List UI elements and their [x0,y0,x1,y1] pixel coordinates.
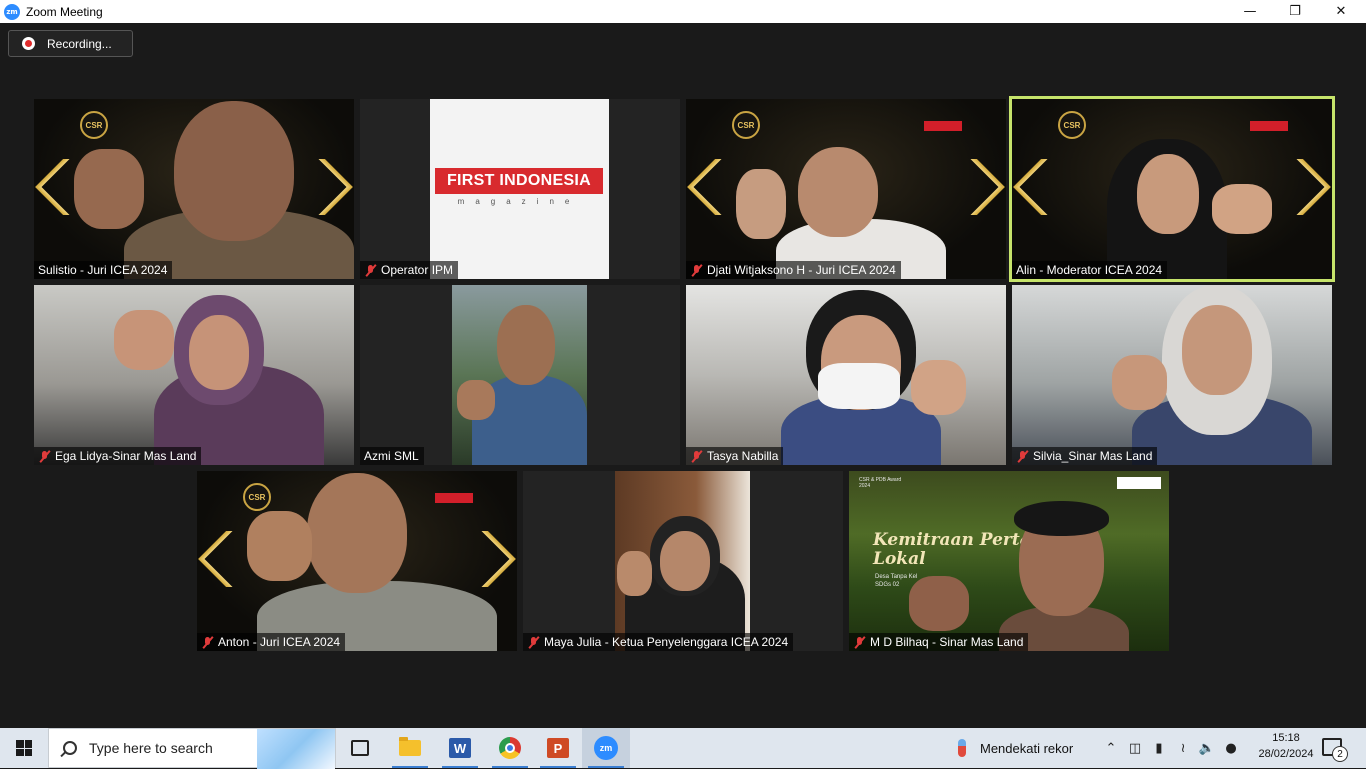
participant-name-label: Alin - Moderator ICEA 2024 [1012,261,1168,279]
file-explorer-button[interactable] [386,728,434,768]
video-tile[interactable]: Tasya Nabilla [686,285,1006,465]
background-title: Kemitraan Pertan Lokal [873,530,1044,569]
sponsor-logo [435,493,473,503]
zoom-icon: zm [594,736,618,760]
search-highlight-image [257,729,335,769]
close-icon: ✕ [1335,4,1347,19]
muted-mic-icon [38,450,51,463]
system-clock[interactable]: 15:18 28/02/2024 [1258,730,1314,762]
powerpoint-icon: P [547,738,569,758]
microphone-icon[interactable]: ● [1220,728,1242,768]
video-tile-active-speaker[interactable]: CSR Alin - Moderator ICEA 2024 [1009,96,1335,282]
clock-time: 15:18 [1272,732,1300,744]
participant-video [34,285,354,465]
weather-text: Mendekati rekor [980,740,1074,756]
show-hidden-icons-button[interactable]: ⌃ [1100,728,1122,768]
word-icon: W [449,738,471,758]
participant-video [452,285,587,465]
video-tile[interactable]: CSR Djati Witjaksono H - Juri ICEA 2024 [686,99,1006,279]
video-tile[interactable]: FIRST INDONESIA magazine Operator IPM [360,99,680,279]
title-bar: zm Zoom Meeting — ❐ ✕ [0,0,1366,23]
muted-mic-icon [853,636,866,649]
participant-name-label: Azmi SML [360,447,424,465]
zoom-app-icon: zm [4,3,20,20]
record-icon [22,37,35,50]
video-tile[interactable]: Azmi SML [360,285,680,465]
sponsor-logo [1250,121,1288,131]
video-tile[interactable]: Silvia_Sinar Mas Land [1012,285,1332,465]
restore-button[interactable]: ❐ [1272,0,1318,23]
volume-icon[interactable]: 🔈 [1196,728,1218,768]
first-indonesia-logo: FIRST INDONESIA magazine [430,99,609,279]
muted-mic-icon [690,450,703,463]
close-button[interactable]: ✕ [1318,0,1364,23]
participant-video [686,285,1006,465]
recording-indicator[interactable]: Recording... [8,30,133,57]
participant-name-label: Operator IPM [360,261,459,279]
csr-award-logo: CSR [732,111,760,139]
participant-video [1012,285,1332,465]
folder-icon [399,737,421,756]
video-tile[interactable]: Maya Julia - Ketua Penyelenggara ICEA 20… [523,471,843,651]
award-caption: CSR & PDB Award 2024 [859,477,902,489]
meet-now-icon[interactable]: ◫ [1124,728,1146,768]
wifi-icon[interactable]: ≀ [1172,728,1194,768]
participant-name-label: Tasya Nabilla [686,447,784,465]
task-view-icon [351,740,369,756]
search-placeholder: Type here to search [89,740,213,756]
participant-name-label: Djati Witjaksono H - Juri ICEA 2024 [686,261,901,279]
zoom-taskbar-button[interactable]: zm [582,728,630,768]
participant-name-label: Silvia_Sinar Mas Land [1012,447,1158,465]
task-view-button[interactable] [336,728,384,768]
weather-widget[interactable]: Mendekati rekor [954,728,1073,768]
battery-icon[interactable]: ▮ [1148,728,1170,768]
clock-date: 28/02/2024 [1258,748,1314,760]
minimize-icon: — [1243,4,1257,19]
participant-name-label: Ega Lidya-Sinar Mas Land [34,447,202,465]
sinarmas-land-logo [1117,477,1161,489]
csr-award-logo: CSR [243,483,271,511]
sponsor-logo [924,121,962,131]
video-tile[interactable]: Ega Lidya-Sinar Mas Land [34,285,354,465]
chrome-icon [499,737,521,759]
csr-award-logo: CSR [1058,111,1086,139]
chevron-up-icon: ⌃ [1105,740,1117,756]
csr-award-logo: CSR [80,111,108,139]
video-tile[interactable]: CSR Sulistio - Juri ICEA 2024 [34,99,354,279]
search-icon [63,741,77,755]
participant-name-label: Anton - Juri ICEA 2024 [197,633,346,651]
minimize-button[interactable]: — [1227,0,1273,23]
muted-mic-icon [690,264,703,277]
muted-mic-icon [201,636,214,649]
notification-count-badge: 2 [1332,746,1348,762]
recording-label: Recording... [47,36,112,51]
video-tile[interactable]: CSR & PDB Award 2024 Kemitraan Pertan Loka… [849,471,1169,651]
word-button[interactable]: W [436,728,484,768]
powerpoint-button[interactable]: P [534,728,582,768]
participant-name-label: M D Bilhaq - Sinar Mas Land [849,633,1029,651]
participant-name-label: Sulistio - Juri ICEA 2024 [34,261,173,279]
windows-icon [16,740,32,756]
participant-video [615,471,750,651]
restore-icon: ❐ [1289,4,1301,19]
windows-taskbar: Type here to search W P zm Mendekati rek… [0,728,1366,769]
muted-mic-icon [364,264,377,277]
window-title: Zoom Meeting [26,4,103,19]
chrome-button[interactable] [486,728,534,768]
participant-name-label: Maya Julia - Ketua Penyelenggara ICEA 20… [523,633,794,651]
start-button[interactable] [0,728,48,768]
muted-mic-icon [527,636,540,649]
video-tile[interactable]: CSR Anton - Juri ICEA 2024 [197,471,517,651]
taskbar-search-box[interactable]: Type here to search [48,728,336,769]
muted-mic-icon [1016,450,1029,463]
thermometer-icon [958,739,966,757]
